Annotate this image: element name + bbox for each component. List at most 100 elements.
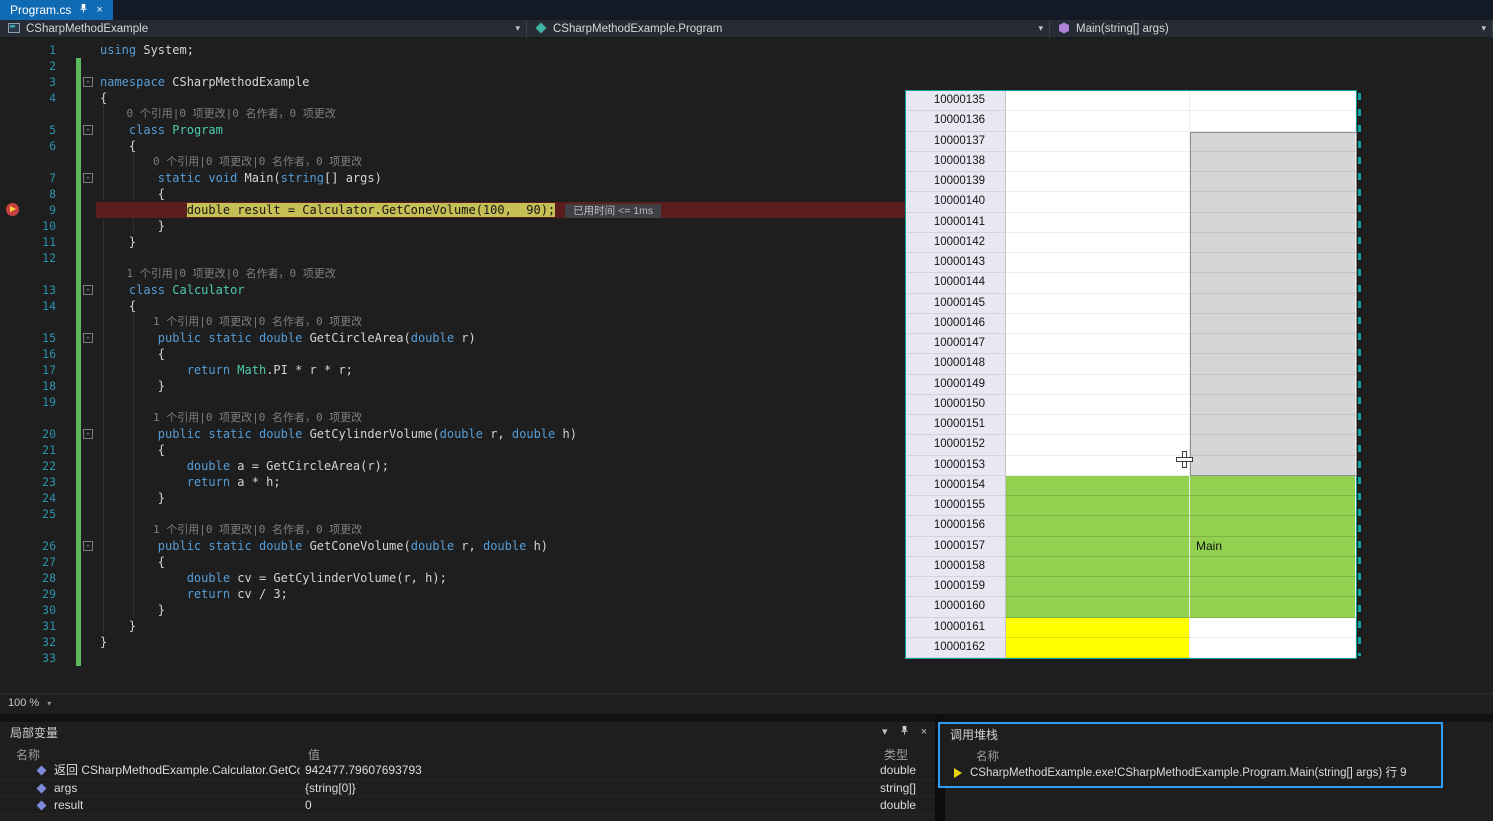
code-line[interactable]: 8 {: [0, 186, 905, 202]
collapse-toggle[interactable]: -: [83, 541, 93, 551]
variable-value[interactable]: 942477.79607693793: [305, 762, 422, 780]
type-dropdown[interactable]: CSharpMethodExample.Program ▾: [527, 20, 1050, 38]
code-line[interactable]: 25: [0, 506, 905, 522]
zoom-dropdown[interactable]: 100 % ▾: [8, 697, 51, 709]
code-line[interactable]: 19: [0, 394, 905, 410]
change-tracking-bar: [76, 474, 81, 490]
memory-cell: [1190, 638, 1356, 658]
memory-address: 10000139: [906, 172, 1006, 192]
change-tracking-bar: [76, 154, 81, 170]
code-line[interactable]: 21 {: [0, 442, 905, 458]
code-line[interactable]: 23 return a * h;: [0, 474, 905, 490]
memory-address: 10000138: [906, 152, 1006, 172]
line-number: 1: [0, 42, 56, 58]
code-line[interactable]: 18 }: [0, 378, 905, 394]
memory-cell: [1006, 354, 1190, 374]
memory-cell: [1006, 375, 1190, 395]
memory-cell: [1006, 435, 1190, 455]
code-line[interactable]: 17 return Math.PI * r * r;: [0, 362, 905, 378]
code-line[interactable]: 2: [0, 58, 905, 74]
locals-row[interactable]: result0double: [0, 797, 935, 815]
line-number: 11: [0, 234, 56, 250]
code-line[interactable]: 26- public static double GetConeVolume(d…: [0, 538, 905, 554]
codelens-line[interactable]: 1 个引用|0 项更改|0 名作者，0 项更改: [0, 522, 905, 538]
memory-row: 10000152: [906, 435, 1356, 455]
code-line[interactable]: 24 }: [0, 490, 905, 506]
memory-row: 10000140: [906, 192, 1356, 212]
code-line[interactable]: 33: [0, 650, 905, 666]
code-line[interactable]: 9 double result = Calculator.GetConeVolu…: [0, 202, 905, 218]
variable-value[interactable]: 0: [305, 797, 312, 815]
locals-row[interactable]: 返回 CSharpMethodExample.Calculator.GetCo9…: [0, 762, 935, 780]
memory-cell: [1006, 618, 1190, 638]
variable-name: args: [54, 780, 77, 798]
member-dropdown[interactable]: Main(string[] args) ▾: [1050, 20, 1493, 38]
chevron-down-icon: ▾: [1481, 23, 1486, 34]
code-line[interactable]: 29 return cv / 3;: [0, 586, 905, 602]
current-frame-icon: [954, 768, 962, 778]
code-line[interactable]: 13- class Calculator: [0, 282, 905, 298]
code-line[interactable]: 3-namespace CSharpMethodExample: [0, 74, 905, 90]
collapse-toggle[interactable]: -: [83, 285, 93, 295]
pin-icon[interactable]: [900, 724, 909, 740]
locals-row[interactable]: args {string[0]} string[]: [0, 780, 935, 798]
window-menu-icon[interactable]: ▾: [882, 724, 888, 740]
member-name: Main(string[] args): [1076, 23, 1169, 35]
code-line[interactable]: 14 {: [0, 298, 905, 314]
navigation-bar: CSharpMethodExample ▾ CSharpMethodExampl…: [0, 20, 1493, 38]
tab-program-cs[interactable]: Program.cs ×: [0, 0, 113, 20]
codelens-line[interactable]: 0 个引用|0 项更改|0 名作者，0 项更改: [0, 154, 905, 170]
code-line[interactable]: 28 double cv = GetCylinderVolume(r, h);: [0, 570, 905, 586]
code-line[interactable]: 10 }: [0, 218, 905, 234]
chevron-down-icon: ▾: [47, 699, 51, 708]
code-editor[interactable]: 1using System;23-namespace CSharpMethodE…: [0, 38, 905, 666]
change-tracking-bar: [76, 90, 81, 106]
codelens-line[interactable]: 1 个引用|0 项更改|0 名作者，0 项更改: [0, 410, 905, 426]
codelens-line[interactable]: 0 个引用|0 项更改|0 名作者，0 项更改: [0, 106, 905, 122]
variable-type: string[]: [880, 780, 916, 798]
memory-row: 10000153: [906, 456, 1356, 476]
pin-icon[interactable]: [79, 0, 88, 20]
memory-cell: [1190, 233, 1356, 253]
memory-address: 10000157: [906, 537, 1006, 557]
code-line[interactable]: 31 }: [0, 618, 905, 634]
collapse-toggle[interactable]: -: [83, 77, 93, 87]
locals-panel: 局部变量 ▾ × 名称 值 类型 返回 CSharpMethodExample.…: [0, 722, 935, 821]
collapse-toggle[interactable]: -: [83, 173, 93, 183]
code-line[interactable]: 7- static void Main(string[] args): [0, 170, 905, 186]
codelens-line[interactable]: 1 个引用|0 项更改|0 名作者，0 项更改: [0, 314, 905, 330]
memory-address: 10000158: [906, 557, 1006, 577]
code-line[interactable]: 16 {: [0, 346, 905, 362]
column-header-name: 名称: [976, 748, 999, 764]
memory-cell: [1190, 253, 1356, 273]
code-line[interactable]: 11 }: [0, 234, 905, 250]
code-line[interactable]: 27 {: [0, 554, 905, 570]
code-line[interactable]: 4{: [0, 90, 905, 106]
code-line[interactable]: 30 }: [0, 602, 905, 618]
collapse-toggle[interactable]: -: [83, 429, 93, 439]
change-tracking-bar: [76, 586, 81, 602]
code-line[interactable]: 12: [0, 250, 905, 266]
code-line[interactable]: 32}: [0, 634, 905, 650]
collapse-toggle[interactable]: -: [83, 125, 93, 135]
panel-separator: [0, 714, 1493, 722]
variable-value[interactable]: {string[0]}: [305, 780, 356, 798]
code-line[interactable]: 15- public static double GetCircleArea(d…: [0, 330, 905, 346]
close-icon[interactable]: ×: [921, 724, 927, 740]
project-dropdown[interactable]: CSharpMethodExample ▾: [0, 20, 527, 38]
memory-row: 10000158: [906, 557, 1356, 577]
code-line[interactable]: 6 {: [0, 138, 905, 154]
memory-cell: [1190, 496, 1356, 516]
zoom-level: 100 %: [8, 697, 39, 709]
code-line[interactable]: 20- public static double GetCylinderVolu…: [0, 426, 905, 442]
codelens-line[interactable]: 1 个引用|0 项更改|0 名作者，0 项更改: [0, 266, 905, 282]
code-line[interactable]: 5- class Program: [0, 122, 905, 138]
callstack-frame[interactable]: CSharpMethodExample.exe!CSharpMethodExam…: [940, 764, 1441, 782]
collapse-toggle[interactable]: -: [83, 333, 93, 343]
frame-text: CSharpMethodExample.exe!CSharpMethodExam…: [970, 764, 1407, 782]
code-line[interactable]: 1using System;: [0, 42, 905, 58]
code-line[interactable]: 22 double a = GetCircleArea(r);: [0, 458, 905, 474]
perf-tip[interactable]: 已用时间 <= 1ms: [565, 204, 661, 218]
close-icon[interactable]: ×: [96, 0, 102, 20]
memory-address: 10000151: [906, 415, 1006, 435]
